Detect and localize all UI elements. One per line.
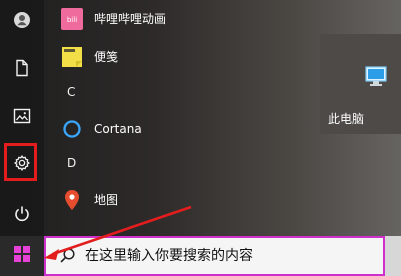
section-letter-d: D [67, 156, 77, 170]
sticky-note-icon [60, 45, 84, 69]
search-icon [53, 241, 83, 271]
bilibili-icon: bili [60, 7, 84, 31]
taskbar-tray-area [385, 236, 401, 276]
search-input[interactable] [85, 244, 370, 268]
user-icon [13, 11, 31, 29]
search-box[interactable] [44, 236, 385, 276]
start-menu: bili 哔哩哔哩动画 便笺 C Cortana D 地图 此电脑 [0, 0, 401, 236]
power-button[interactable] [0, 194, 44, 234]
image-icon [13, 108, 31, 124]
settings-button[interactable] [0, 143, 44, 183]
document-icon [14, 59, 30, 77]
windows-logo-icon [13, 245, 31, 267]
app-label-maps: 地图 [94, 193, 119, 207]
gear-icon [13, 154, 31, 172]
start-button[interactable] [0, 236, 44, 276]
documents-button[interactable] [0, 48, 44, 88]
map-pin-icon [60, 188, 84, 212]
app-item-bilibili[interactable]: bili 哔哩哔哩动画 [52, 2, 277, 36]
app-label-sticky-notes: 便笺 [94, 50, 119, 64]
app-list: bili 哔哩哔哩动画 便笺 C Cortana D 地图 [52, 0, 277, 236]
section-letter-c: C [67, 85, 76, 99]
svg-text:bili: bili [67, 16, 77, 24]
user-button[interactable] [0, 0, 44, 40]
power-icon [13, 205, 31, 223]
computer-icon [363, 65, 389, 93]
app-item-cortana[interactable]: Cortana [52, 112, 277, 146]
left-rail [0, 0, 44, 236]
tile-this-pc[interactable]: 此电脑 [320, 34, 401, 134]
cortana-icon [60, 117, 84, 141]
tile-label-this-pc: 此电脑 [328, 112, 365, 126]
taskbar [0, 236, 401, 276]
app-item-maps[interactable]: 地图 [52, 183, 277, 217]
app-label-cortana: Cortana [94, 122, 142, 136]
app-label-bilibili: 哔哩哔哩动画 [94, 12, 167, 26]
app-item-sticky-notes[interactable]: 便笺 [52, 40, 277, 74]
pictures-button[interactable] [0, 96, 44, 136]
